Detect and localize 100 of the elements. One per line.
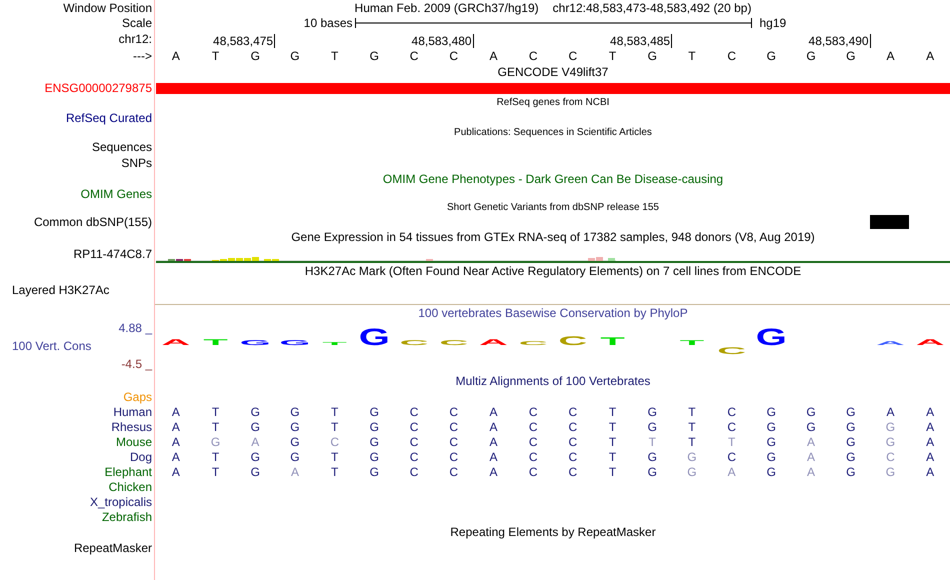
aligned-base: G	[846, 450, 856, 464]
aligned-base: G	[370, 450, 380, 464]
track-label[interactable]: RepeatMasker	[74, 541, 152, 555]
aligned-base: T	[728, 434, 736, 448]
aligned-base: T	[212, 420, 220, 434]
track-label[interactable]: OMIM Genes	[80, 187, 152, 201]
aligned-base: C	[449, 464, 458, 478]
aligned-base: G	[648, 450, 657, 464]
track-title: 100 vertebrates Basewise Conservation by PhyloP	[418, 306, 688, 320]
aligned-base: C	[528, 434, 538, 448]
aligned-base: T	[608, 464, 616, 478]
gene-bar[interactable]	[156, 82, 950, 94]
aligned-base: G	[370, 464, 380, 478]
track-label[interactable]: 100 Vert. Cons	[0, 339, 92, 353]
track-title: Repeating Elements by RepeatMasker	[450, 525, 656, 539]
aligned-base: T	[688, 434, 696, 448]
aligned-base: T	[330, 420, 338, 434]
aligned-base: G	[648, 404, 657, 418]
track-title: Publications: Sequences in Scientific Articles	[454, 127, 652, 138]
aligned-base: G	[846, 464, 856, 478]
base-letter: G	[766, 49, 776, 63]
aligned-base: G	[766, 450, 776, 464]
aligned-base: T	[688, 420, 696, 434]
track-label[interactable]: Layered H3K27Ac	[12, 283, 110, 297]
species-label[interactable]: Elephant	[104, 464, 152, 478]
aligned-base: G	[886, 464, 896, 478]
scale-text: 10 bases	[304, 16, 354, 30]
species-label[interactable]: Zebrafish	[102, 510, 152, 524]
aligned-base: T	[648, 434, 656, 448]
base-letter: A	[886, 49, 894, 63]
base-letter: A	[172, 49, 180, 63]
base-letter: A	[489, 49, 498, 63]
aligned-base: T	[608, 434, 616, 448]
aligned-base: A	[251, 434, 260, 448]
aligned-base: A	[172, 420, 180, 434]
base-letter: G	[250, 49, 260, 63]
aligned-base: G	[766, 404, 776, 418]
species-label[interactable]: Human	[113, 404, 152, 418]
aligned-base: T	[330, 450, 338, 464]
coordinate-tick: 48,583,490	[808, 34, 871, 48]
species-label[interactable]: X_tropicalis	[90, 494, 152, 508]
aligned-base: G	[210, 434, 220, 448]
base-letter: G	[846, 49, 856, 63]
track-label[interactable]: RP11-474C8.7	[74, 247, 152, 261]
aligned-base: A	[926, 450, 934, 464]
position-text: chr12:48,583,473-48,583,492 (20 bp)	[552, 1, 752, 15]
track-title: Gene Expression in 54 tissues from GTEx RNA-seq of 17382 samples, 948 donors (V8, Aug 2019)	[291, 230, 815, 244]
aligned-base: C	[528, 464, 538, 478]
axis-max-label: 4.88 _	[118, 321, 152, 335]
species-label[interactable]: Chicken	[108, 480, 152, 494]
base-letter: G	[290, 49, 300, 63]
aligned-base: G	[250, 420, 260, 434]
base-letter: T	[330, 49, 338, 63]
aligned-base: A	[728, 464, 736, 478]
track-label: Scale	[122, 16, 152, 30]
aligned-base: G	[846, 434, 856, 448]
aligned-base: T	[608, 450, 616, 464]
aligned-base: C	[449, 404, 458, 418]
species-label[interactable]: Rhesus	[111, 420, 152, 434]
aligned-base: A	[489, 434, 498, 448]
track-label[interactable]: RefSeq Curated	[66, 110, 152, 124]
track-label: chr12:	[118, 32, 152, 46]
base-letter: G	[648, 49, 657, 63]
strand-label: --->	[133, 49, 152, 63]
aligned-base: C	[568, 464, 578, 478]
aligned-base: C	[330, 434, 339, 448]
aligned-base: A	[807, 450, 816, 464]
species-label[interactable]: Mouse	[116, 434, 152, 448]
aligned-base: A	[926, 420, 934, 434]
base-letter: C	[410, 49, 418, 63]
species-label[interactable]: Dog	[130, 450, 152, 464]
track-title: RefSeq genes from NCBI	[496, 97, 610, 108]
track-label[interactable]: SNPs	[121, 156, 152, 170]
base-letter: C	[449, 49, 458, 63]
track-title: GENCODE V49lift37	[498, 65, 608, 79]
base-letter: C	[528, 49, 538, 63]
track-label[interactable]: ENSG00000279875	[44, 81, 152, 95]
aligned-base: C	[449, 420, 458, 434]
aligned-base: C	[410, 404, 418, 418]
track-title: Short Genetic Variants from dbSNP release 155	[447, 202, 659, 213]
aligned-base: C	[568, 420, 578, 434]
aligned-base: G	[648, 464, 657, 478]
aligned-base: C	[886, 450, 895, 464]
track-label[interactable]: Sequences	[92, 140, 152, 154]
aligned-base: A	[172, 464, 180, 478]
aligned-base: C	[410, 434, 418, 448]
aligned-base: C	[449, 434, 458, 448]
aligned-base: G	[370, 404, 380, 418]
base-letter: T	[608, 49, 616, 63]
track-label: Window Position	[63, 1, 152, 15]
variant-block[interactable]	[870, 214, 909, 228]
aligned-base: G	[370, 420, 380, 434]
base-letter: G	[370, 49, 380, 63]
aligned-base: C	[528, 404, 538, 418]
aligned-base: C	[727, 404, 736, 418]
aligned-base: A	[172, 434, 180, 448]
track-label[interactable]: Common dbSNP(155)	[34, 214, 152, 228]
aligned-base: G	[687, 450, 697, 464]
aligned-base: C	[449, 450, 458, 464]
aligned-base: T	[688, 404, 696, 418]
